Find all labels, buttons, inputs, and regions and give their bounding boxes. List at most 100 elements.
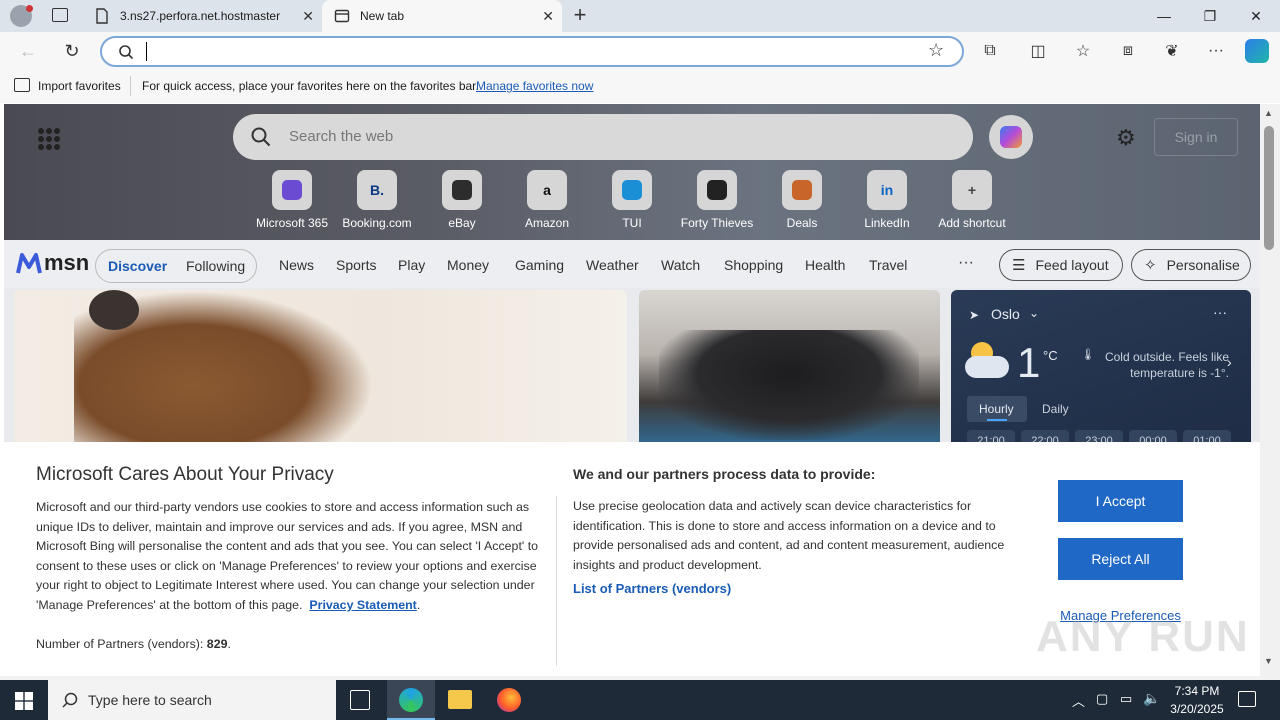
search-icon	[251, 127, 271, 147]
add-favorite-star-icon[interactable]: ☆	[928, 40, 944, 61]
tray-chevron-icon[interactable]: ︿	[1072, 691, 1085, 710]
sign-in-button[interactable]: Sign in	[1154, 118, 1238, 156]
tab-actions-icon[interactable]	[52, 8, 68, 22]
shortcut-add-shortcut[interactable]: + Add shortcut	[930, 170, 1014, 230]
performance-icon[interactable]: ❦	[1158, 37, 1186, 65]
shortcut-microsoft-365[interactable]: Microsoft 365	[250, 170, 334, 230]
nav-item-news[interactable]: News	[279, 257, 314, 273]
shortcut-ebay[interactable]: eBay	[420, 170, 504, 230]
tray-device-icon[interactable]: ▢	[1096, 691, 1108, 707]
more-menu-icon[interactable]: ···	[1202, 37, 1230, 65]
firefox-icon[interactable]	[497, 688, 521, 712]
following-tab[interactable]: Following	[186, 258, 245, 274]
favorites-bar: Import favorites For quick access, place…	[0, 70, 1280, 103]
msn-logo[interactable]: msn	[16, 250, 89, 276]
title-bar: 3.ns27.perfora.net.hostmaster ✕ New tab …	[0, 0, 1280, 32]
news-card-small[interactable]	[639, 290, 940, 450]
chevron-down-icon[interactable]: ⌄	[1029, 306, 1039, 320]
accept-button[interactable]: I Accept	[1058, 480, 1183, 522]
shortcut-label: Amazon	[524, 216, 570, 230]
back-button[interactable]: ←	[14, 37, 42, 65]
shortcut-tui[interactable]: TUI	[590, 170, 674, 230]
address-bar[interactable]: ☆	[100, 36, 964, 67]
clock-time[interactable]: 7:34 PM	[1172, 684, 1222, 698]
weather-card[interactable]: ➤ Oslo ⌄ ··· 1 °C 🌡 Cold outside. Feels …	[951, 290, 1251, 450]
split-screen-icon[interactable]: ◫	[1024, 37, 1052, 65]
reject-all-button[interactable]: Reject All	[1058, 538, 1183, 580]
address-input[interactable]	[146, 42, 906, 61]
purposes-body: Use precise geolocation data and activel…	[573, 499, 1005, 572]
nav-item-weather[interactable]: Weather	[586, 257, 639, 273]
purposes-title: We and our partners process data to prov…	[573, 466, 876, 482]
shortcut-forty-thieves[interactable]: Forty Thieves	[675, 170, 759, 230]
profile-avatar[interactable]	[10, 5, 33, 27]
refresh-button[interactable]: ↻	[58, 37, 86, 65]
nav-item-money[interactable]: Money	[447, 257, 489, 273]
weather-more-icon[interactable]: ···	[1213, 304, 1227, 320]
privacy-banner: Microsoft Cares About Your Privacy Micro…	[4, 442, 1260, 676]
task-view-icon[interactable]	[350, 690, 370, 710]
page-icon	[96, 8, 108, 24]
discover-tab[interactable]: Discover	[108, 258, 167, 274]
close-tab-icon[interactable]: ✕	[302, 8, 314, 25]
file-explorer-icon[interactable]	[448, 690, 472, 709]
taskbar-edge[interactable]	[387, 680, 435, 720]
chevron-right-icon[interactable]: ›	[1227, 354, 1232, 370]
personalise-button[interactable]: ✧ Personalise	[1131, 249, 1251, 281]
manage-favorites-link[interactable]: Manage favorites now	[476, 79, 593, 93]
nav-item-gaming[interactable]: Gaming	[515, 257, 564, 273]
copilot-icon[interactable]	[1245, 39, 1269, 63]
ebay-icon	[442, 170, 482, 210]
clock-date[interactable]: 3/20/2025	[1166, 702, 1228, 716]
minimize-button[interactable]: —	[1141, 0, 1187, 32]
import-favorites-link[interactable]: Import favorites	[38, 79, 121, 93]
new-tab-button[interactable]: +	[568, 4, 592, 28]
windows-taskbar: Type here to search ︿ ▢ ▭ 🔈 7:34 PM 3/20…	[0, 680, 1280, 720]
shortcut-label: Forty Thieves	[680, 216, 754, 230]
news-card-large[interactable]	[14, 290, 627, 450]
nav-item-travel[interactable]: Travel	[869, 257, 907, 273]
vertical-scrollbar[interactable]: ▲ ▼	[1260, 104, 1280, 676]
feed-layout-button[interactable]: ☰ Feed layout	[999, 249, 1123, 281]
windows-start-icon[interactable]	[15, 692, 33, 710]
more-nav-icon[interactable]: ···	[958, 254, 974, 272]
settings-gear-icon[interactable]: ⚙	[1116, 125, 1136, 151]
daily-tab[interactable]: Daily	[1042, 402, 1069, 416]
partners-list-link[interactable]: List of Partners (vendors)	[573, 581, 731, 596]
web-search-box[interactable]: Search the web	[233, 114, 973, 160]
shortcut-label: Booking.com	[342, 216, 412, 230]
scroll-up-icon[interactable]: ▲	[1264, 108, 1273, 118]
nav-item-health[interactable]: Health	[805, 257, 845, 273]
network-icon[interactable]: ▭	[1120, 691, 1132, 707]
restore-button[interactable]: ❐	[1187, 0, 1233, 32]
shortcut-label: Deals	[786, 216, 818, 230]
close-tab-icon[interactable]: ✕	[542, 8, 554, 25]
app-launcher-icon[interactable]	[38, 128, 60, 150]
import-icon	[14, 78, 30, 92]
collections-icon[interactable]: ⧈	[1114, 37, 1142, 65]
nav-item-watch[interactable]: Watch	[661, 257, 700, 273]
scroll-down-icon[interactable]: ▼	[1264, 656, 1273, 666]
nav-item-shopping[interactable]: Shopping	[724, 257, 783, 273]
shortcut-deals[interactable]: Deals	[760, 170, 844, 230]
scroll-thumb[interactable]	[1264, 126, 1274, 250]
shortcut-amazon[interactable]: a Amazon	[505, 170, 589, 230]
favorites-icon[interactable]: ☆	[1069, 37, 1097, 65]
tab-hostmaster[interactable]: 3.ns27.perfora.net.hostmaster ✕	[84, 0, 322, 32]
hourly-tab[interactable]: Hourly	[967, 396, 1027, 422]
shortcut-linkedin[interactable]: in LinkedIn	[845, 170, 929, 230]
close-window-button[interactable]: ✕	[1233, 0, 1279, 32]
nav-item-sports[interactable]: Sports	[336, 257, 376, 273]
copilot-button[interactable]	[989, 115, 1033, 159]
shortcut-booking-com[interactable]: B. Booking.com	[335, 170, 419, 230]
volume-icon[interactable]: 🔈	[1143, 690, 1160, 707]
notifications-icon[interactable]	[1238, 691, 1256, 707]
copilot-icon	[1000, 126, 1022, 148]
taskbar-search[interactable]: Type here to search	[48, 680, 336, 720]
extensions-icon[interactable]: ⧉	[976, 37, 1004, 65]
weather-location[interactable]: Oslo	[991, 306, 1020, 322]
tab-new-tab[interactable]: New tab ✕	[322, 0, 562, 32]
nav-item-play[interactable]: Play	[398, 257, 425, 273]
privacy-statement-link[interactable]: Privacy Statement	[309, 598, 416, 612]
divider	[556, 496, 557, 666]
